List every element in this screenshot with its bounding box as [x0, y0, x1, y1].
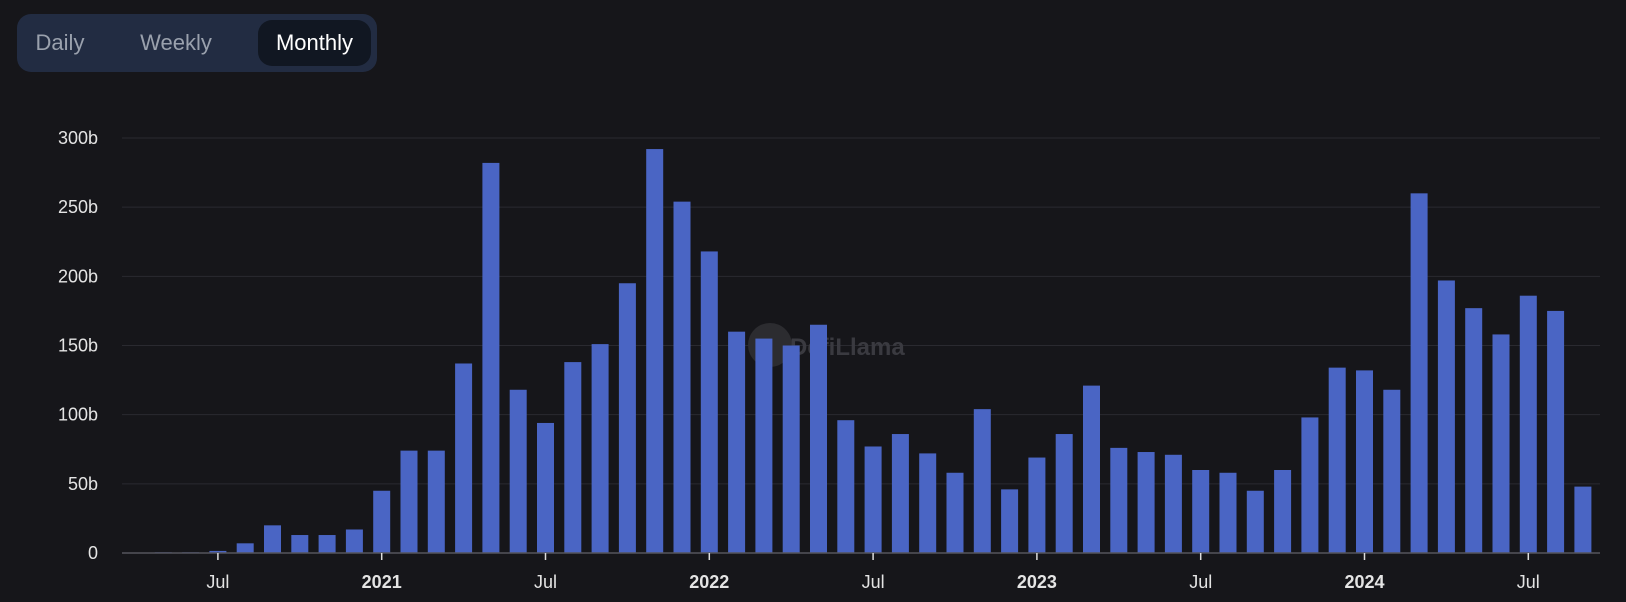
x-tick-label: Jul: [862, 572, 885, 592]
bar-2020-09[interactable]: [264, 525, 281, 553]
bar-2023-05[interactable]: [1137, 452, 1155, 553]
y-tick-label: 100b: [58, 405, 98, 425]
x-tick-label: Jul: [1517, 572, 1540, 592]
bar-2022-07[interactable]: [864, 446, 882, 553]
bar-2024-04[interactable]: [1437, 280, 1455, 553]
bar-2022-12[interactable]: [1001, 489, 1019, 553]
bar-2020-10[interactable]: [291, 535, 309, 553]
x-tick-label: 2023: [1017, 572, 1057, 592]
watermark-text: DefiLlama: [790, 334, 905, 361]
bar-2020-12[interactable]: [345, 529, 363, 553]
bar-2020-11[interactable]: [318, 535, 336, 553]
bar-2022-11[interactable]: [973, 409, 991, 553]
y-tick-label: 300b: [58, 128, 98, 148]
bar-2021-07[interactable]: [537, 422, 554, 553]
bar-2023-03[interactable]: [1083, 385, 1100, 553]
bar-2024-05[interactable]: [1465, 308, 1483, 553]
y-tick-label: 200b: [58, 266, 98, 286]
bar-2022-09[interactable]: [919, 453, 937, 553]
x-tick-label: 2024: [1344, 572, 1384, 592]
y-tick-label: 0: [88, 543, 98, 563]
bar-2024-02[interactable]: [1383, 389, 1401, 553]
bar-2023-12[interactable]: [1328, 367, 1346, 553]
x-tick-label: Jul: [534, 572, 557, 592]
bar-2023-10[interactable]: [1274, 470, 1292, 553]
bar-2023-06[interactable]: [1164, 454, 1182, 553]
bar-2021-08[interactable]: [564, 362, 582, 553]
bar-2024-07[interactable]: [1519, 295, 1537, 553]
bar-2022-04[interactable]: [782, 345, 800, 554]
bar-2022-02[interactable]: [728, 331, 746, 553]
bar-2022-06[interactable]: [837, 420, 855, 553]
bar-2023-09[interactable]: [1246, 490, 1264, 553]
bar-2021-10[interactable]: [618, 283, 636, 553]
bar-2024-03[interactable]: [1410, 193, 1428, 554]
bar-2023-04[interactable]: [1110, 447, 1128, 553]
y-tick-label: 150b: [58, 336, 98, 356]
bar-2023-07[interactable]: [1192, 470, 1210, 553]
x-tick-label: Jul: [1189, 572, 1212, 592]
bar-2022-10[interactable]: [946, 472, 964, 553]
bar-2023-11[interactable]: [1301, 417, 1319, 553]
bar-2021-01[interactable]: [373, 490, 391, 553]
x-tick-label: 2022: [689, 572, 729, 592]
bar-2021-04[interactable]: [455, 363, 473, 553]
bar-2021-11[interactable]: [646, 149, 664, 554]
x-tick-label: Jul: [206, 572, 229, 592]
bar-2021-06[interactable]: [509, 389, 527, 553]
bar-2024-09[interactable]: [1574, 486, 1592, 553]
y-tick-label: 250b: [58, 197, 98, 217]
bar-2021-02[interactable]: [400, 450, 418, 553]
bar-chart: DefiLlama 0 50b 100b 150b 200b 250b 300b Jul 202…: [58, 128, 1600, 592]
bar-2020-08[interactable]: [236, 543, 254, 553]
y-tick-label: 50b: [68, 474, 98, 494]
bar-2022-08[interactable]: [891, 434, 909, 553]
bar-2024-08[interactable]: [1547, 310, 1565, 553]
bar-2022-01[interactable]: [700, 251, 718, 553]
bar-2021-03[interactable]: [427, 450, 445, 553]
bar-2022-05[interactable]: [810, 324, 827, 553]
x-tick-label: 2021: [362, 572, 402, 592]
bar-2023-01[interactable]: [1028, 457, 1046, 553]
bar-2024-06[interactable]: [1492, 334, 1510, 553]
bar-2023-02[interactable]: [1055, 434, 1073, 553]
bar-2023-08[interactable]: [1219, 472, 1237, 553]
bar-2024-01[interactable]: [1356, 370, 1373, 553]
bar-2021-12[interactable]: [673, 201, 691, 553]
bar-2021-09[interactable]: [591, 344, 609, 553]
bar-2022-03[interactable]: [755, 338, 773, 553]
bar-2021-05[interactable]: [482, 162, 500, 553]
